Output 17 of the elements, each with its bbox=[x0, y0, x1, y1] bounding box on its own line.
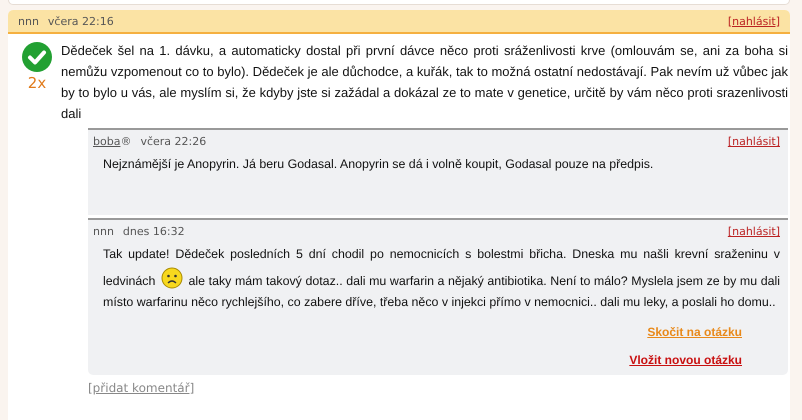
post-time: včera 22:16 bbox=[48, 14, 114, 28]
answer-text: Dědeček šel na 1. dávku, a automaticky dostal při první dávce něco proti sráženlivosti krve (omlouvám se, ani za boha si nemůžu vzpomenout co to bylo). Dědeček je ale důchodce, a kuřák, tak to možná ostatní nedostávají. Pak nevím už vůbec jak by to bylo u vás, ale myslím si, že kdyby jste si zažádal a dokázal ze to mate v genetice, určitě by vám něco proti srazenlivosti dali bbox=[61, 42, 788, 123]
author-name: nnn bbox=[18, 14, 39, 28]
author-link[interactable]: boba bbox=[93, 135, 120, 148]
comment-time: včera 22:26 bbox=[140, 135, 206, 148]
add-comment-link[interactable]: [přidat komentář] bbox=[88, 381, 194, 395]
comment-text: Nejznámější je Anopyrin. Já beru Godasal. Anopyrin se dá i volně koupit, Godasal pouze na předpis. bbox=[103, 156, 654, 173]
report-link[interactable]: [nahlásit] bbox=[728, 135, 780, 148]
frown-face-icon bbox=[160, 265, 183, 289]
author-name: nnn bbox=[93, 225, 114, 238]
registered-mark: ® bbox=[120, 135, 132, 148]
comment-text: Tak update! Dědeček posledních 5 dní chodil po nemocnicích s bolestmi břicha. Dneska mu našli krevní sraženinu v ledvinách ale taky mám takový dotaz.. dali mu warfarin a nějaký antibiotika. Není to málo? Myslela jsem ze by mu dali místo warfarinu něco rychlejšího, co zabere dříve, třeba něco v injekci přímo v nemocnici.. dali mu leky, a poslali ho domu.. bbox=[103, 246, 780, 311]
vote-count: 2x bbox=[28, 73, 46, 94]
report-link[interactable]: [nahlásit] bbox=[728, 225, 780, 238]
comment-time: dnes 16:32 bbox=[122, 225, 185, 238]
report-link[interactable]: [nahlásit] bbox=[728, 14, 780, 28]
new-question-link[interactable]: Vložit novou otázku bbox=[629, 353, 742, 367]
